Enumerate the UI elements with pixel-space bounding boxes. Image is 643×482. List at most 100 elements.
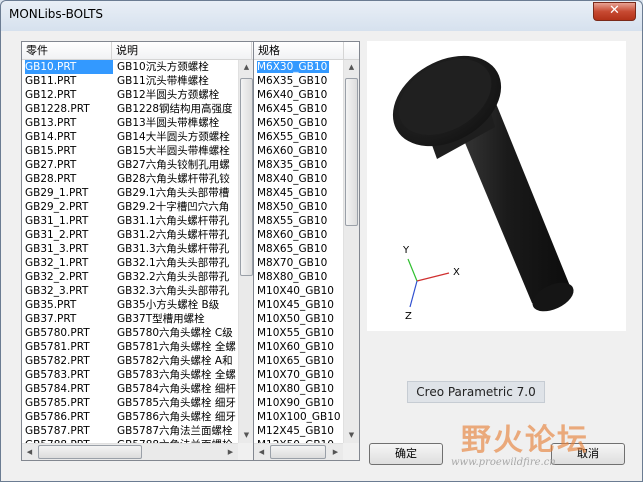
part-name-cell: GB31_1.PRT [25, 215, 89, 227]
part-description-cell: GB5784六角头螺栓 细杆 [117, 383, 236, 395]
model-preview[interactable]: Y X Z [367, 41, 626, 331]
spec-label: M10X55_GB10 [257, 327, 334, 339]
window-title: MONLibs-BOLTS [9, 7, 104, 21]
part-description-cell: GB5781六角头螺栓 全螺 [117, 341, 236, 353]
spec-label: M6X55_GB10 [257, 131, 328, 143]
spec-row[interactable]: M8X40_GB10 [254, 172, 341, 186]
parts-hscroll-thumb[interactable] [38, 445, 142, 459]
part-description-cell: GB37T型槽用螺栓 [117, 313, 205, 325]
axis-label-z: Z [405, 311, 412, 322]
part-name-cell: GB10.PRT [25, 60, 113, 74]
spec-row[interactable]: M10X55_GB10 [254, 326, 341, 340]
spec-label: M8X55_GB10 [257, 215, 328, 227]
spec-row[interactable]: M10X70_GB10 [254, 368, 341, 382]
part-name-cell: GB15.PRT [25, 145, 77, 157]
watermark-url: www.proewildfire.cn [451, 457, 556, 468]
part-description-cell: GB31.2六角头螺杆带孔 [117, 229, 230, 241]
spec-row[interactable]: M10X45_GB10 [254, 298, 341, 312]
spec-row[interactable]: M10X60_GB10 [254, 340, 341, 354]
part-name-cell: GB5787.PRT [25, 425, 90, 437]
part-name-cell: GB28.PRT [25, 173, 77, 185]
spec-row[interactable]: M8X80_GB10 [254, 270, 341, 284]
ok-button[interactable]: 确定 [369, 443, 443, 465]
scroll-right-icon[interactable]: ▶ [223, 444, 238, 460]
part-description-cell: GB5786六角头螺栓 细牙 [117, 411, 236, 423]
part-description-cell: GB35小方头螺栓 B级 [117, 299, 220, 311]
part-description-cell: GB5785六角头螺栓 细牙 [117, 397, 236, 409]
part-name-cell: GB14.PRT [25, 131, 77, 143]
spec-hscroll-thumb[interactable] [270, 445, 326, 459]
scroll-down-icon[interactable]: ▼ [239, 428, 254, 443]
spec-label: M8X70_GB10 [257, 257, 328, 269]
part-description-cell: GB5780六角头螺栓 C级 [117, 327, 233, 339]
scroll-left-icon[interactable]: ◀ [22, 444, 37, 460]
spec-row[interactable]: M8X45_GB10 [254, 186, 341, 200]
spec-row[interactable]: M6X60_GB10 [254, 144, 341, 158]
column-header-spec[interactable]: 规格 [254, 42, 344, 60]
spec-label: M10X50_GB10 [257, 313, 334, 325]
spec-row[interactable]: M8X35_GB10 [254, 158, 341, 172]
spec-label: M12X45_GB10 [257, 425, 334, 437]
spec-row[interactable]: M8X50_GB10 [254, 200, 341, 214]
spec-row[interactable]: M8X55_GB10 [254, 214, 341, 228]
spec-label: M8X35_GB10 [257, 159, 328, 171]
spec-row[interactable]: M6X30_GB10 [254, 60, 341, 74]
column-header-part[interactable]: 零件 [22, 42, 112, 60]
spec-label: M10X60_GB10 [257, 341, 334, 353]
parts-list-header: 零件 说明 [22, 42, 254, 60]
spec-row[interactable]: M10X40_GB10 [254, 284, 341, 298]
spec-row[interactable]: M10X80_GB10 [254, 382, 341, 396]
scroll-up-icon[interactable]: ▲ [344, 60, 359, 75]
part-name-cell: GB11.PRT [25, 75, 77, 87]
parts-list[interactable]: 零件 说明 GB10.PRT GB10沉头方颈螺栓 GB11.PRT GB11沉头带榫… [21, 41, 255, 461]
spec-horizontal-scrollbar[interactable]: ◀ ▶ [254, 443, 343, 460]
part-description-cell: GB32.1六角头头部带孔 [117, 257, 230, 269]
coordinate-axes: Y X Z [402, 245, 460, 322]
column-header-description[interactable]: 说明 [112, 42, 252, 60]
spec-list[interactable]: 规格 M6X30_GB10 M6X35_GB10 M6X40_GB10 M6X45_G… [253, 41, 360, 461]
close-button[interactable]: ✕ [593, 2, 636, 21]
spec-row[interactable]: M10X90_GB10 [254, 396, 341, 410]
spec-label: M8X65_GB10 [257, 243, 328, 255]
spec-label: M6X30_GB10 [257, 61, 330, 73]
spec-row[interactable]: M6X55_GB10 [254, 130, 341, 144]
parts-vscroll-thumb[interactable] [240, 78, 253, 276]
spec-row[interactable]: M8X70_GB10 [254, 256, 341, 270]
spec-row[interactable]: M8X65_GB10 [254, 242, 341, 256]
spec-vertical-scrollbar[interactable]: ▲ ▼ [343, 60, 359, 443]
part-name-cell: GB5783.PRT [25, 369, 90, 381]
spec-row[interactable]: M10X100_GB10 [254, 410, 341, 424]
spec-row[interactable]: M10X65_GB10 [254, 354, 341, 368]
spec-label: M8X45_GB10 [257, 187, 328, 199]
scroll-corner [238, 443, 254, 460]
spec-vscroll-thumb[interactable] [345, 78, 358, 226]
spec-row[interactable]: M6X50_GB10 [254, 116, 341, 130]
part-description-cell: GB5787六角法兰面螺栓 [117, 425, 233, 437]
spec-row[interactable]: M6X45_GB10 [254, 102, 341, 116]
part-name-cell: GB37.PRT [25, 313, 77, 325]
spec-row[interactable]: M6X35_GB10 [254, 74, 341, 88]
spec-label: M10X40_GB10 [257, 285, 334, 297]
scroll-right-icon[interactable]: ▶ [328, 444, 343, 460]
spec-label: M10X65_GB10 [257, 355, 334, 367]
spec-row[interactable]: M8X60_GB10 [254, 228, 341, 242]
part-name-cell: GB12.PRT [25, 89, 77, 101]
part-name-cell: GB5786.PRT [25, 411, 90, 423]
scroll-left-icon[interactable]: ◀ [254, 444, 269, 460]
scroll-up-icon[interactable]: ▲ [239, 60, 254, 75]
spec-row[interactable]: M12X45_GB10 [254, 424, 341, 438]
part-description-cell: GB31.1六角头螺杆带孔 [117, 215, 230, 227]
cancel-button[interactable]: 取消 [551, 443, 625, 465]
parts-horizontal-scrollbar[interactable]: ◀ ▶ [22, 443, 238, 460]
part-name-cell: GB13.PRT [25, 117, 77, 129]
scroll-down-icon[interactable]: ▼ [344, 428, 359, 443]
part-name-cell: GB32_2.PRT [25, 271, 89, 283]
parts-vertical-scrollbar[interactable]: ▲ ▼ [238, 60, 254, 443]
title-bar[interactable]: MONLibs-BOLTS ✕ [1, 1, 642, 31]
part-description-cell: GB32.3六角头头部带孔 [117, 285, 230, 297]
spec-row[interactable]: M6X40_GB10 [254, 88, 341, 102]
spec-row[interactable]: M10X50_GB10 [254, 312, 341, 326]
spec-label: M6X45_GB10 [257, 103, 328, 115]
part-name-cell: GB5782.PRT [25, 355, 90, 367]
spec-label: M6X60_GB10 [257, 145, 328, 157]
